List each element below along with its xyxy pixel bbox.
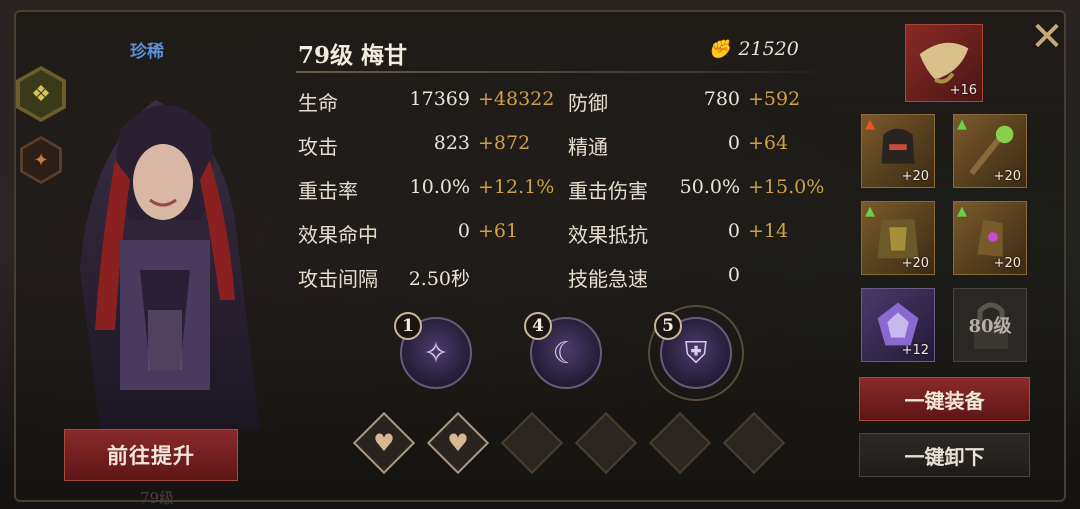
hero-title: 79级 梅甘 bbox=[298, 42, 408, 69]
gear-armor[interactable]: ▲ +20 bbox=[861, 201, 935, 275]
gear-level: +20 bbox=[993, 256, 1021, 271]
wings-icon: ❖ bbox=[20, 70, 62, 118]
gear-level: +20 bbox=[901, 256, 929, 271]
locked-level-label: 80级 bbox=[968, 316, 1012, 337]
stat-base: 17369 bbox=[409, 88, 470, 110]
stat-base: 0 bbox=[727, 132, 740, 154]
power-value: 21520 bbox=[738, 38, 799, 60]
rune-count-badge: 4 bbox=[524, 312, 552, 340]
gear-gloves[interactable]: ▲ +20 bbox=[953, 201, 1027, 275]
rune-count-badge: 1 bbox=[394, 312, 422, 340]
beast-head-icon: ✦ bbox=[23, 139, 59, 181]
beast-rune-icon: ☾ bbox=[552, 335, 580, 371]
heart-icon: ♥ bbox=[373, 429, 395, 457]
gear-horn[interactable]: +16 bbox=[905, 24, 983, 102]
go-upgrade-button[interactable]: 前往提升 bbox=[64, 429, 238, 481]
stat-bonus: +12.1% bbox=[478, 176, 555, 198]
gear-level: +12 bbox=[901, 343, 929, 358]
gear-level: +20 bbox=[993, 169, 1021, 184]
divider bbox=[296, 71, 832, 73]
stat-bonus: +872 bbox=[478, 132, 531, 154]
stat-bonus: +15.0% bbox=[748, 176, 825, 198]
power-display: ✊ 21520 bbox=[708, 38, 799, 60]
stat-bonus: +64 bbox=[748, 132, 789, 154]
armor-rune-icon: ⛨ bbox=[684, 335, 708, 371]
stat-bonus: +48322 bbox=[478, 88, 555, 110]
gear-locked-slot: 80级 bbox=[953, 288, 1027, 362]
close-icon[interactable]: ✕ bbox=[1024, 14, 1070, 60]
unequip-all-button[interactable]: 一键卸下 bbox=[859, 433, 1030, 477]
stat-base: 0 bbox=[727, 264, 740, 286]
stat-base: 50.0% bbox=[679, 176, 740, 198]
stat-label: 精通 bbox=[568, 135, 608, 159]
fist-icon: ✊ bbox=[708, 38, 731, 60]
stat-label: 生命 bbox=[298, 91, 338, 115]
rarity-label: 珍稀 bbox=[130, 42, 164, 62]
gear-gem[interactable]: +12 bbox=[861, 288, 935, 362]
stat-label: 攻击 bbox=[298, 135, 338, 159]
stat-base: 10.0% bbox=[409, 176, 470, 198]
bottom-level-ghost: 79级 bbox=[140, 489, 175, 507]
stat-bonus: +592 bbox=[748, 88, 801, 110]
gear-level: +16 bbox=[949, 83, 977, 98]
gear-helm[interactable]: ▲ +20 bbox=[861, 114, 935, 188]
stat-base: 0 bbox=[727, 220, 740, 242]
stat-label: 防御 bbox=[568, 91, 608, 115]
stat-base: 2.50秒 bbox=[408, 268, 470, 290]
stat-base: 0 bbox=[457, 220, 470, 242]
hero-portrait bbox=[80, 100, 260, 430]
gear-staff[interactable]: ▲ +20 bbox=[953, 114, 1027, 188]
rune-count-badge: 5 bbox=[654, 312, 682, 340]
stat-bonus: +14 bbox=[748, 220, 789, 242]
heart-hand-icon: ♥ bbox=[447, 429, 469, 457]
star-rune-icon: ✧ bbox=[423, 335, 449, 371]
gear-level: +20 bbox=[901, 169, 929, 184]
stat-base: 780 bbox=[703, 88, 740, 110]
stat-label: 重击率 bbox=[298, 179, 358, 203]
stat-bonus: +61 bbox=[478, 220, 519, 242]
stat-base: 823 bbox=[433, 132, 470, 154]
equip-all-button[interactable]: 一键装备 bbox=[859, 377, 1030, 421]
